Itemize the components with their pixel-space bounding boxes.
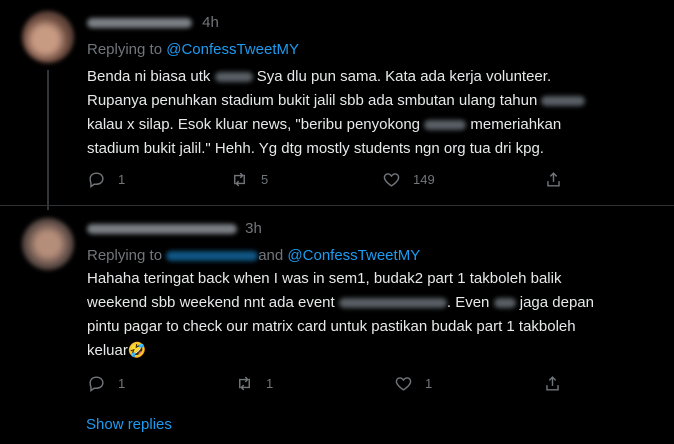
- text-segment: weekend sbb weekend nnt ada event: [87, 294, 339, 311]
- show-replies-link[interactable]: Show replies: [86, 416, 172, 433]
- tweet-header: 3h: [87, 220, 262, 237]
- replying-to: Replying to @ConfessTweetMY: [87, 41, 299, 58]
- share-button[interactable]: [544, 170, 563, 189]
- tweet-actions: 1 5 149: [87, 170, 567, 190]
- text-segment: Rupanya penuhkan stadium bukit jalil sbb…: [87, 92, 542, 109]
- replying-label: Replying to: [87, 247, 167, 264]
- like-button[interactable]: 1: [394, 374, 432, 393]
- reply-button[interactable]: 1: [87, 170, 125, 189]
- redacted-mention[interactable]: [166, 251, 259, 262]
- replying-and: and: [258, 247, 288, 264]
- like-icon: [395, 377, 412, 391]
- avatar[interactable]: [22, 218, 74, 270]
- like-count: 1: [425, 376, 433, 391]
- replying-label: Replying to: [87, 41, 167, 58]
- text-segment: keluar🤣: [87, 342, 147, 359]
- mention-link[interactable]: @ConfessTweetMY: [287, 247, 420, 264]
- thread-line: [47, 70, 49, 210]
- retweet-count: 5: [261, 172, 269, 187]
- text-segment: Sya dlu pun sama. Kata ada kerja volunte…: [252, 68, 552, 85]
- redacted-text: [338, 298, 447, 309]
- reply-icon: [89, 172, 104, 189]
- tweet[interactable]: 3h Replying to and @ConfessTweetMY Hahah…: [0, 205, 674, 401]
- mention-link[interactable]: @ConfessTweetMY: [166, 41, 299, 58]
- reply-button[interactable]: 1: [87, 374, 125, 393]
- text-segment: . Even: [446, 294, 494, 311]
- share-icon: [546, 376, 559, 391]
- text-segment: Hahaha teringat back when I was in sem1,…: [87, 270, 562, 287]
- tweet-time[interactable]: 4h: [202, 14, 219, 31]
- text-segment: stadium bukit jalil." Hehh. Yg dtg mostl…: [87, 140, 544, 157]
- like-button[interactable]: 149: [382, 170, 435, 189]
- tweet-header: 4h: [87, 14, 219, 31]
- redacted-text: [541, 96, 586, 107]
- avatar[interactable]: [22, 11, 74, 63]
- like-count: 149: [413, 172, 435, 187]
- retweet-button[interactable]: 5: [230, 170, 268, 189]
- retweet-icon: [234, 172, 245, 187]
- replying-to: Replying to and @ConfessTweetMY: [87, 247, 420, 264]
- text-segment: Benda ni biasa utk: [87, 68, 215, 85]
- share-button[interactable]: [543, 374, 562, 393]
- tweet-actions: 1 1 1: [87, 374, 567, 394]
- redacted-username[interactable]: [87, 224, 237, 235]
- retweet-button[interactable]: 1: [235, 374, 273, 393]
- reply-count: 1: [118, 172, 126, 187]
- text-segment: pintu pagar to check our matrix card unt…: [87, 318, 576, 335]
- like-icon: [383, 173, 400, 187]
- tweet[interactable]: 4h Replying to @ConfessTweetMY Benda ni …: [0, 0, 674, 210]
- text-segment: jaga depan: [515, 294, 594, 311]
- redacted-text: [214, 72, 253, 83]
- text-segment: kalau x silap. Esok kluar news, "beribu …: [87, 116, 425, 133]
- tweet-text: Hahaha teringat back when I was in sem1,…: [87, 267, 657, 363]
- redacted-text: [424, 120, 467, 131]
- share-icon: [547, 172, 560, 187]
- retweet-icon: [239, 376, 250, 391]
- reply-count: 1: [118, 376, 126, 391]
- reply-icon: [89, 376, 104, 393]
- tweet-text: Benda ni biasa utk Sya dlu pun sama. Kat…: [87, 65, 657, 161]
- text-segment: memeriahkan: [466, 116, 562, 133]
- redacted-text: [493, 298, 516, 309]
- tweet-time[interactable]: 3h: [245, 220, 262, 237]
- redacted-username[interactable]: [87, 18, 192, 29]
- retweet-count: 1: [266, 376, 274, 391]
